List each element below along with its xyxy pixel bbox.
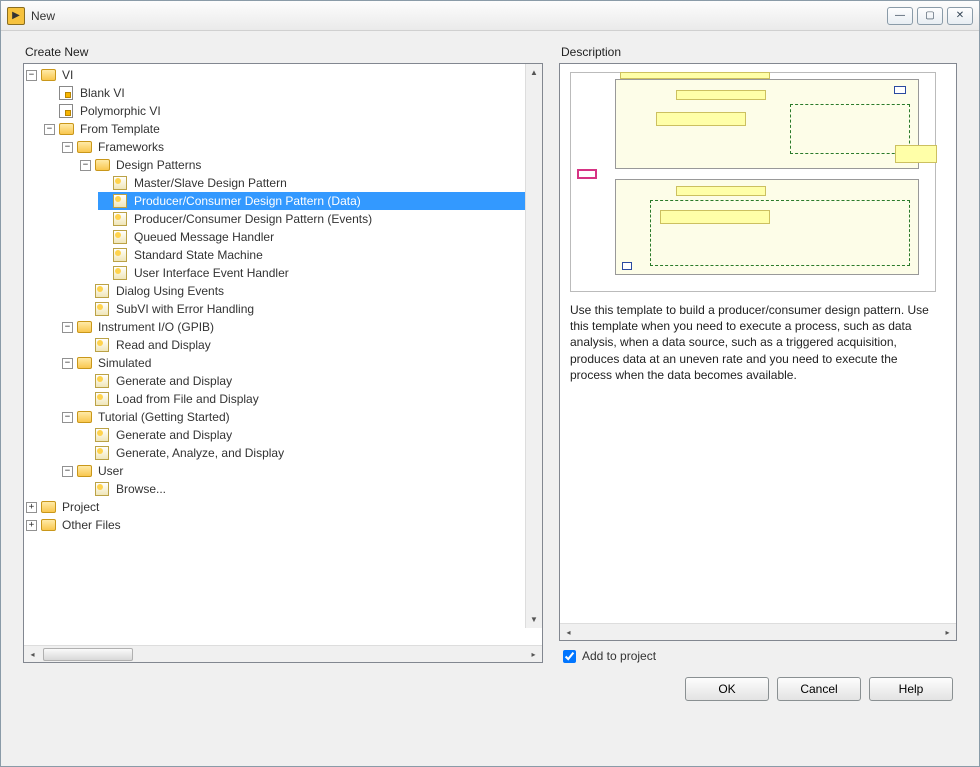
template-icon <box>113 266 127 280</box>
new-dialog-window: ▶ New — ▢ ✕ Create New ▲ ▼ <box>0 0 980 767</box>
folder-icon <box>77 357 92 369</box>
template-icon <box>95 428 109 442</box>
tree-node-vi[interactable]: −VI <box>26 66 542 84</box>
scroll-down-icon[interactable]: ▼ <box>526 611 542 628</box>
content-area: Create New ▲ ▼ −VI Blank VI <box>1 31 979 766</box>
description-panel: Description <box>559 45 957 663</box>
expand-icon[interactable]: + <box>26 502 37 513</box>
titlebar[interactable]: ▶ New — ▢ ✕ <box>1 1 979 31</box>
tree-node-read-display[interactable]: Read and Display <box>80 336 542 354</box>
tree-node-browse[interactable]: Browse... <box>80 480 542 498</box>
description-box: Use this template to build a producer/co… <box>559 63 957 641</box>
folder-icon <box>77 411 92 423</box>
folder-icon <box>77 141 92 153</box>
collapse-icon[interactable]: − <box>80 160 91 171</box>
scroll-left-icon[interactable]: ◂ <box>24 646 41 663</box>
tree-node-ui-event-handler[interactable]: User Interface Event Handler <box>98 264 542 282</box>
tree-node-design-patterns[interactable]: −Design Patterns <box>80 156 542 174</box>
collapse-icon[interactable]: − <box>62 142 73 153</box>
tree-node-project[interactable]: +Project <box>26 498 542 516</box>
template-icon <box>113 194 127 208</box>
scroll-right-icon[interactable]: ▸ <box>939 624 956 640</box>
scroll-up-icon[interactable]: ▲ <box>526 64 542 81</box>
tree-node-subvi-error[interactable]: SubVI with Error Handling <box>80 300 542 318</box>
template-icon <box>95 338 109 352</box>
folder-icon <box>41 519 56 531</box>
folder-icon <box>77 465 92 477</box>
vi-icon <box>59 86 73 100</box>
minimize-button[interactable]: — <box>887 7 913 25</box>
template-icon <box>95 302 109 316</box>
template-icon <box>95 446 109 460</box>
vi-icon <box>59 104 73 118</box>
template-icon <box>95 374 109 388</box>
tree-node-producer-consumer-data[interactable]: Producer/Consumer Design Pattern (Data) <box>98 192 542 210</box>
close-button[interactable]: ✕ <box>947 7 973 25</box>
template-icon <box>113 248 127 262</box>
template-icon <box>95 392 109 406</box>
scroll-left-icon[interactable]: ◂ <box>560 624 577 640</box>
tree-node-dialog-events[interactable]: Dialog Using Events <box>80 282 542 300</box>
description-label: Description <box>561 45 957 59</box>
folder-icon <box>77 321 92 333</box>
tree-node-other-files[interactable]: +Other Files <box>26 516 542 534</box>
window-title: New <box>31 9 55 23</box>
description-hscrollbar[interactable]: ◂ ▸ <box>560 623 956 640</box>
collapse-icon[interactable]: − <box>62 412 73 423</box>
dialog-button-row: OK Cancel Help <box>23 677 957 709</box>
template-icon <box>113 212 127 226</box>
tree-node-user[interactable]: −User <box>62 462 542 480</box>
scroll-right-icon[interactable]: ▸ <box>525 646 542 663</box>
tree-node-standard-state-machine[interactable]: Standard State Machine <box>98 246 542 264</box>
collapse-icon[interactable]: − <box>62 322 73 333</box>
create-new-label: Create New <box>25 45 543 59</box>
tree-node-generate-display-2[interactable]: Generate and Display <box>80 426 542 444</box>
tree-node-master-slave[interactable]: Master/Slave Design Pattern <box>98 174 542 192</box>
help-button[interactable]: Help <box>869 677 953 701</box>
tree-node-generate-analyze-display[interactable]: Generate, Analyze, and Display <box>80 444 542 462</box>
folder-icon <box>41 501 56 513</box>
create-new-panel: Create New ▲ ▼ −VI Blank VI <box>23 45 543 663</box>
template-tree[interactable]: ▲ ▼ −VI Blank VI Polymorphic VI <box>23 63 543 663</box>
tree-node-generate-display[interactable]: Generate and Display <box>80 372 542 390</box>
collapse-icon[interactable]: − <box>62 358 73 369</box>
template-icon <box>113 230 127 244</box>
tree-node-simulated[interactable]: −Simulated <box>62 354 542 372</box>
ok-button[interactable]: OK <box>685 677 769 701</box>
description-text: Use this template to build a producer/co… <box>570 302 936 383</box>
tree-hscrollbar[interactable]: ◂ ▸ <box>24 645 542 662</box>
tree-vscrollbar[interactable]: ▲ ▼ <box>525 64 542 628</box>
scroll-thumb[interactable] <box>43 648 133 661</box>
tree-node-tutorial[interactable]: −Tutorial (Getting Started) <box>62 408 542 426</box>
collapse-icon[interactable]: − <box>62 466 73 477</box>
tree-node-producer-consumer-events[interactable]: Producer/Consumer Design Pattern (Events… <box>98 210 542 228</box>
tree-node-load-file[interactable]: Load from File and Display <box>80 390 542 408</box>
cancel-button[interactable]: Cancel <box>777 677 861 701</box>
tree-node-frameworks[interactable]: −Frameworks <box>62 138 542 156</box>
template-icon <box>95 482 109 496</box>
tree-node-instrument-io[interactable]: −Instrument I/O (GPIB) <box>62 318 542 336</box>
tree-node-queued-message[interactable]: Queued Message Handler <box>98 228 542 246</box>
tree-node-blank-vi[interactable]: Blank VI <box>44 84 542 102</box>
maximize-button[interactable]: ▢ <box>917 7 943 25</box>
folder-icon <box>59 123 74 135</box>
expand-icon[interactable]: + <box>26 520 37 531</box>
add-to-project-row: Add to project <box>559 649 957 663</box>
labview-app-icon: ▶ <box>7 7 25 25</box>
template-preview-image <box>570 72 936 292</box>
folder-icon <box>41 69 56 81</box>
tree-node-from-template[interactable]: −From Template <box>44 120 542 138</box>
add-to-project-checkbox[interactable] <box>563 650 576 663</box>
add-to-project-label: Add to project <box>582 649 656 663</box>
collapse-icon[interactable]: − <box>26 70 37 81</box>
folder-icon <box>95 159 110 171</box>
template-icon <box>95 284 109 298</box>
template-icon <box>113 176 127 190</box>
collapse-icon[interactable]: − <box>44 124 55 135</box>
tree-node-polymorphic-vi[interactable]: Polymorphic VI <box>44 102 542 120</box>
